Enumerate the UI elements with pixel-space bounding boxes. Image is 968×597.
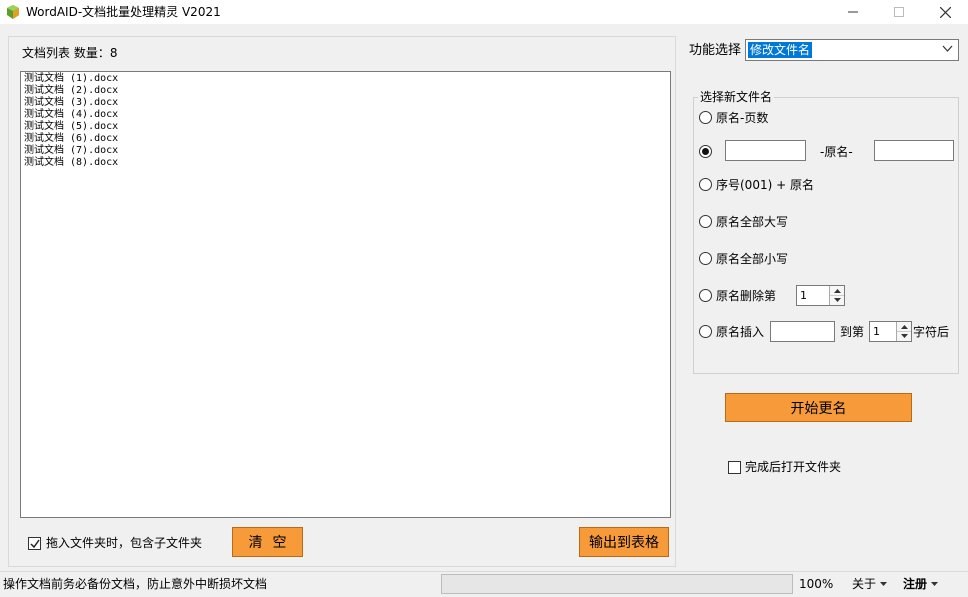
function-select[interactable]: 修改文件名 <box>745 39 959 61</box>
function-select-label: 功能选择 <box>689 43 742 58</box>
maximize-icon <box>894 7 904 17</box>
triangle-up-icon <box>833 288 841 293</box>
progress-bar <box>441 574 793 594</box>
list-item[interactable]: 测试文档 (2).docx <box>24 85 667 97</box>
radio-dot <box>702 148 709 155</box>
list-item[interactable]: 测试文档 (6).docx <box>24 133 667 145</box>
list-item[interactable]: 测试文档 (4).docx <box>24 109 667 121</box>
export-to-table-button[interactable]: 输出到表格 <box>579 527 669 557</box>
status-message: 操作文档前务必备份文档，防止意外中断损坏文档 <box>3 577 268 591</box>
option-delete-label: 原名删除第 <box>716 289 777 303</box>
radio-lowercase[interactable] <box>699 252 712 265</box>
delete-position-value: 1 <box>800 289 807 302</box>
prefix-input[interactable] <box>725 140 806 161</box>
include-subfolders-checkbox[interactable] <box>28 537 41 550</box>
document-list[interactable]: 测试文档 (1).docx 测试文档 (2).docx 测试文档 (3).docx 测… <box>20 71 671 518</box>
radio-serial-number[interactable] <box>699 178 712 191</box>
stepper-down-button[interactable] <box>830 295 844 304</box>
window-title: WordAID-文档批量处理精灵 V2021 <box>26 5 221 19</box>
clear-button[interactable]: 清空 <box>232 527 303 557</box>
radio-insert-text[interactable] <box>699 325 712 338</box>
triangle-down-icon <box>900 333 908 338</box>
stepper-down-button[interactable] <box>897 331 911 340</box>
option-page-count-label: 原名-页数 <box>716 111 769 125</box>
list-item[interactable]: 测试文档 (3).docx <box>24 97 667 109</box>
list-item[interactable]: 测试文档 (1).docx <box>24 73 667 85</box>
insert-text-input[interactable] <box>770 321 835 342</box>
checkmark-icon <box>30 539 40 549</box>
open-folder-checkbox[interactable] <box>728 461 741 474</box>
function-select-value: 修改文件名 <box>748 42 813 58</box>
option-lowercase-label: 原名全部小写 <box>716 252 789 266</box>
list-item[interactable]: 测试文档 (5).docx <box>24 121 667 133</box>
maximize-button[interactable] <box>876 0 922 24</box>
zoom-level: 100% <box>799 577 834 591</box>
minimize-button[interactable] <box>830 0 876 24</box>
open-folder-label: 完成后打开文件夹 <box>745 460 842 474</box>
insert-position-stepper[interactable]: 1 <box>869 321 912 342</box>
option-insert-label: 原名插入 <box>716 325 765 339</box>
triangle-up-icon <box>900 324 908 329</box>
about-menu-label: 关于 <box>852 577 877 591</box>
insert-to-label: 到第 <box>840 325 865 339</box>
triangle-down-icon <box>833 297 841 302</box>
about-menu[interactable]: 关于 <box>852 577 888 591</box>
insert-after-label: 字符后 <box>913 325 950 339</box>
close-button[interactable] <box>922 0 968 24</box>
close-icon <box>939 6 951 18</box>
radio-custom-name[interactable] <box>699 145 712 158</box>
include-subfolders-label: 拖入文件夹时，包含子文件夹 <box>46 536 203 550</box>
radio-uppercase[interactable] <box>699 215 712 228</box>
stepper-buttons <box>829 286 844 305</box>
chevron-down-icon <box>942 45 953 52</box>
rename-group-title: 选择新文件名 <box>698 89 775 105</box>
triangle-down-icon <box>931 582 939 586</box>
radio-delete-chars[interactable] <box>699 289 712 302</box>
custom-name-middle-label: -原名- <box>820 145 853 159</box>
app-icon <box>5 4 21 20</box>
insert-position-value: 1 <box>873 325 880 338</box>
register-menu-label: 注册 <box>903 577 928 591</box>
suffix-input[interactable] <box>874 140 954 161</box>
minimize-icon <box>848 11 858 13</box>
option-uppercase-label: 原名全部大写 <box>716 215 789 229</box>
option-serial-label: 序号(001) + 原名 <box>716 178 814 192</box>
list-item[interactable]: 测试文档 (8).docx <box>24 157 667 169</box>
triangle-down-icon <box>880 582 888 586</box>
stepper-buttons <box>896 322 911 341</box>
radio-page-count[interactable] <box>699 111 712 124</box>
document-count-label: 文档列表 数量：8 <box>22 46 118 60</box>
delete-position-stepper[interactable]: 1 <box>796 285 845 306</box>
register-menu[interactable]: 注册 <box>903 577 939 591</box>
list-item[interactable]: 测试文档 (7).docx <box>24 145 667 157</box>
start-rename-button[interactable]: 开始更名 <box>725 393 912 422</box>
